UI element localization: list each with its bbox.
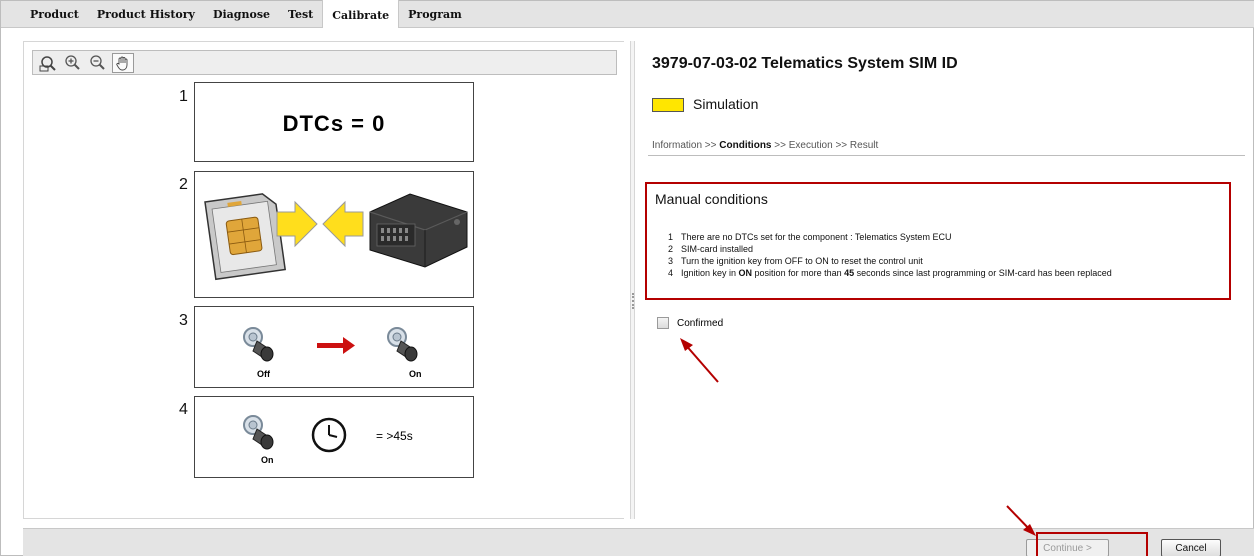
- manual-conditions-box: Manual conditions 1 There are no DTCs set…: [645, 182, 1231, 300]
- zoom-out-icon[interactable]: [87, 53, 109, 73]
- list-item: 4 Ignition key in ON position for more th…: [668, 268, 1112, 278]
- ignition-key-on-icon: [243, 415, 274, 450]
- tab-program[interactable]: Program: [399, 0, 471, 27]
- tab-calibrate[interactable]: Calibrate: [322, 0, 400, 28]
- insert-arrows-icon: [276, 200, 364, 248]
- sim-card-insert-illustration: [204, 193, 468, 281]
- dtc-count-label: DTCs = 0: [282, 111, 386, 136]
- step-1-panel: DTCs = 0: [194, 82, 474, 162]
- breadcrumb-separator: >>: [832, 140, 850, 151]
- application-window: Product Product History Diagnose Test Ca…: [0, 0, 1254, 556]
- breadcrumb-execution: Execution: [788, 140, 833, 151]
- pan-hand-icon[interactable]: [112, 52, 134, 73]
- splitter-grip-icon: [632, 293, 634, 309]
- on-label: On: [261, 455, 274, 465]
- ignition-on-wait-illustration: [243, 415, 347, 453]
- step-2-panel: [194, 171, 474, 298]
- step-number: 3: [179, 312, 188, 329]
- simulation-indicator-icon: [652, 98, 684, 112]
- conditions-list: 1 There are no DTCs set for the component…: [668, 231, 1112, 279]
- arrow-right-icon: [317, 337, 355, 354]
- breadcrumb-conditions: Conditions: [719, 140, 772, 151]
- step-3-panel: Off On: [194, 306, 474, 388]
- sim-card-icon: [204, 193, 287, 281]
- confirmed-label: Confirmed: [677, 317, 724, 329]
- list-item: 2 SIM-card installed: [668, 244, 754, 254]
- ignition-key-off-icon: [243, 327, 274, 362]
- breadcrumb: Information >> Conditions >> Execution >…: [652, 140, 878, 151]
- tab-test[interactable]: Test: [279, 0, 322, 27]
- duration-label: = >45s: [376, 429, 413, 443]
- divider: [648, 155, 1245, 156]
- page-title: 3979-07-03-02 Telematics System SIM ID: [652, 55, 958, 72]
- tab-product-history[interactable]: Product History: [88, 0, 204, 27]
- conditions-title: Manual conditions: [655, 191, 768, 207]
- image-toolbar: [32, 50, 617, 75]
- procedure-pane: 3979-07-03-02 Telematics System SIM ID S…: [637, 41, 1245, 519]
- breadcrumb-result: Result: [849, 140, 879, 151]
- zoom-fit-icon[interactable]: [37, 53, 59, 73]
- on-label: On: [409, 369, 422, 379]
- main-menu-bar: Product Product History Diagnose Test Ca…: [1, 0, 1254, 28]
- breadcrumb-separator: >>: [771, 140, 789, 151]
- step-number: 2: [179, 176, 188, 193]
- breadcrumb-separator: >>: [702, 140, 720, 151]
- illustration-pane: 1 DTCs = 0 2 3 Off On 4 On = >45s: [23, 41, 624, 519]
- pane-splitter[interactable]: [630, 41, 635, 519]
- cancel-button[interactable]: Cancel: [1161, 539, 1221, 556]
- list-item: 3 Turn the ignition key from OFF to ON to…: [668, 256, 923, 266]
- ignition-key-on-icon: [387, 327, 418, 362]
- simulation-label: Simulation: [693, 96, 759, 112]
- off-label: Off: [257, 369, 270, 379]
- ignition-off-to-on-illustration: [243, 327, 418, 362]
- list-item: 1 There are no DTCs set for the component…: [668, 232, 952, 242]
- ecu-module-icon: [369, 193, 468, 268]
- step-number: 1: [179, 88, 188, 105]
- breadcrumb-information: Information: [652, 140, 703, 151]
- tab-product[interactable]: Product: [21, 0, 88, 27]
- tab-diagnose[interactable]: Diagnose: [204, 0, 279, 27]
- clock-icon: [311, 417, 347, 453]
- confirm-row: Confirmed: [657, 317, 723, 329]
- continue-highlight-frame: [1036, 532, 1148, 556]
- confirmed-checkbox[interactable]: [657, 317, 669, 329]
- zoom-in-icon[interactable]: [62, 53, 84, 73]
- step-number: 4: [179, 401, 188, 418]
- step-4-panel: On = >45s: [194, 396, 474, 478]
